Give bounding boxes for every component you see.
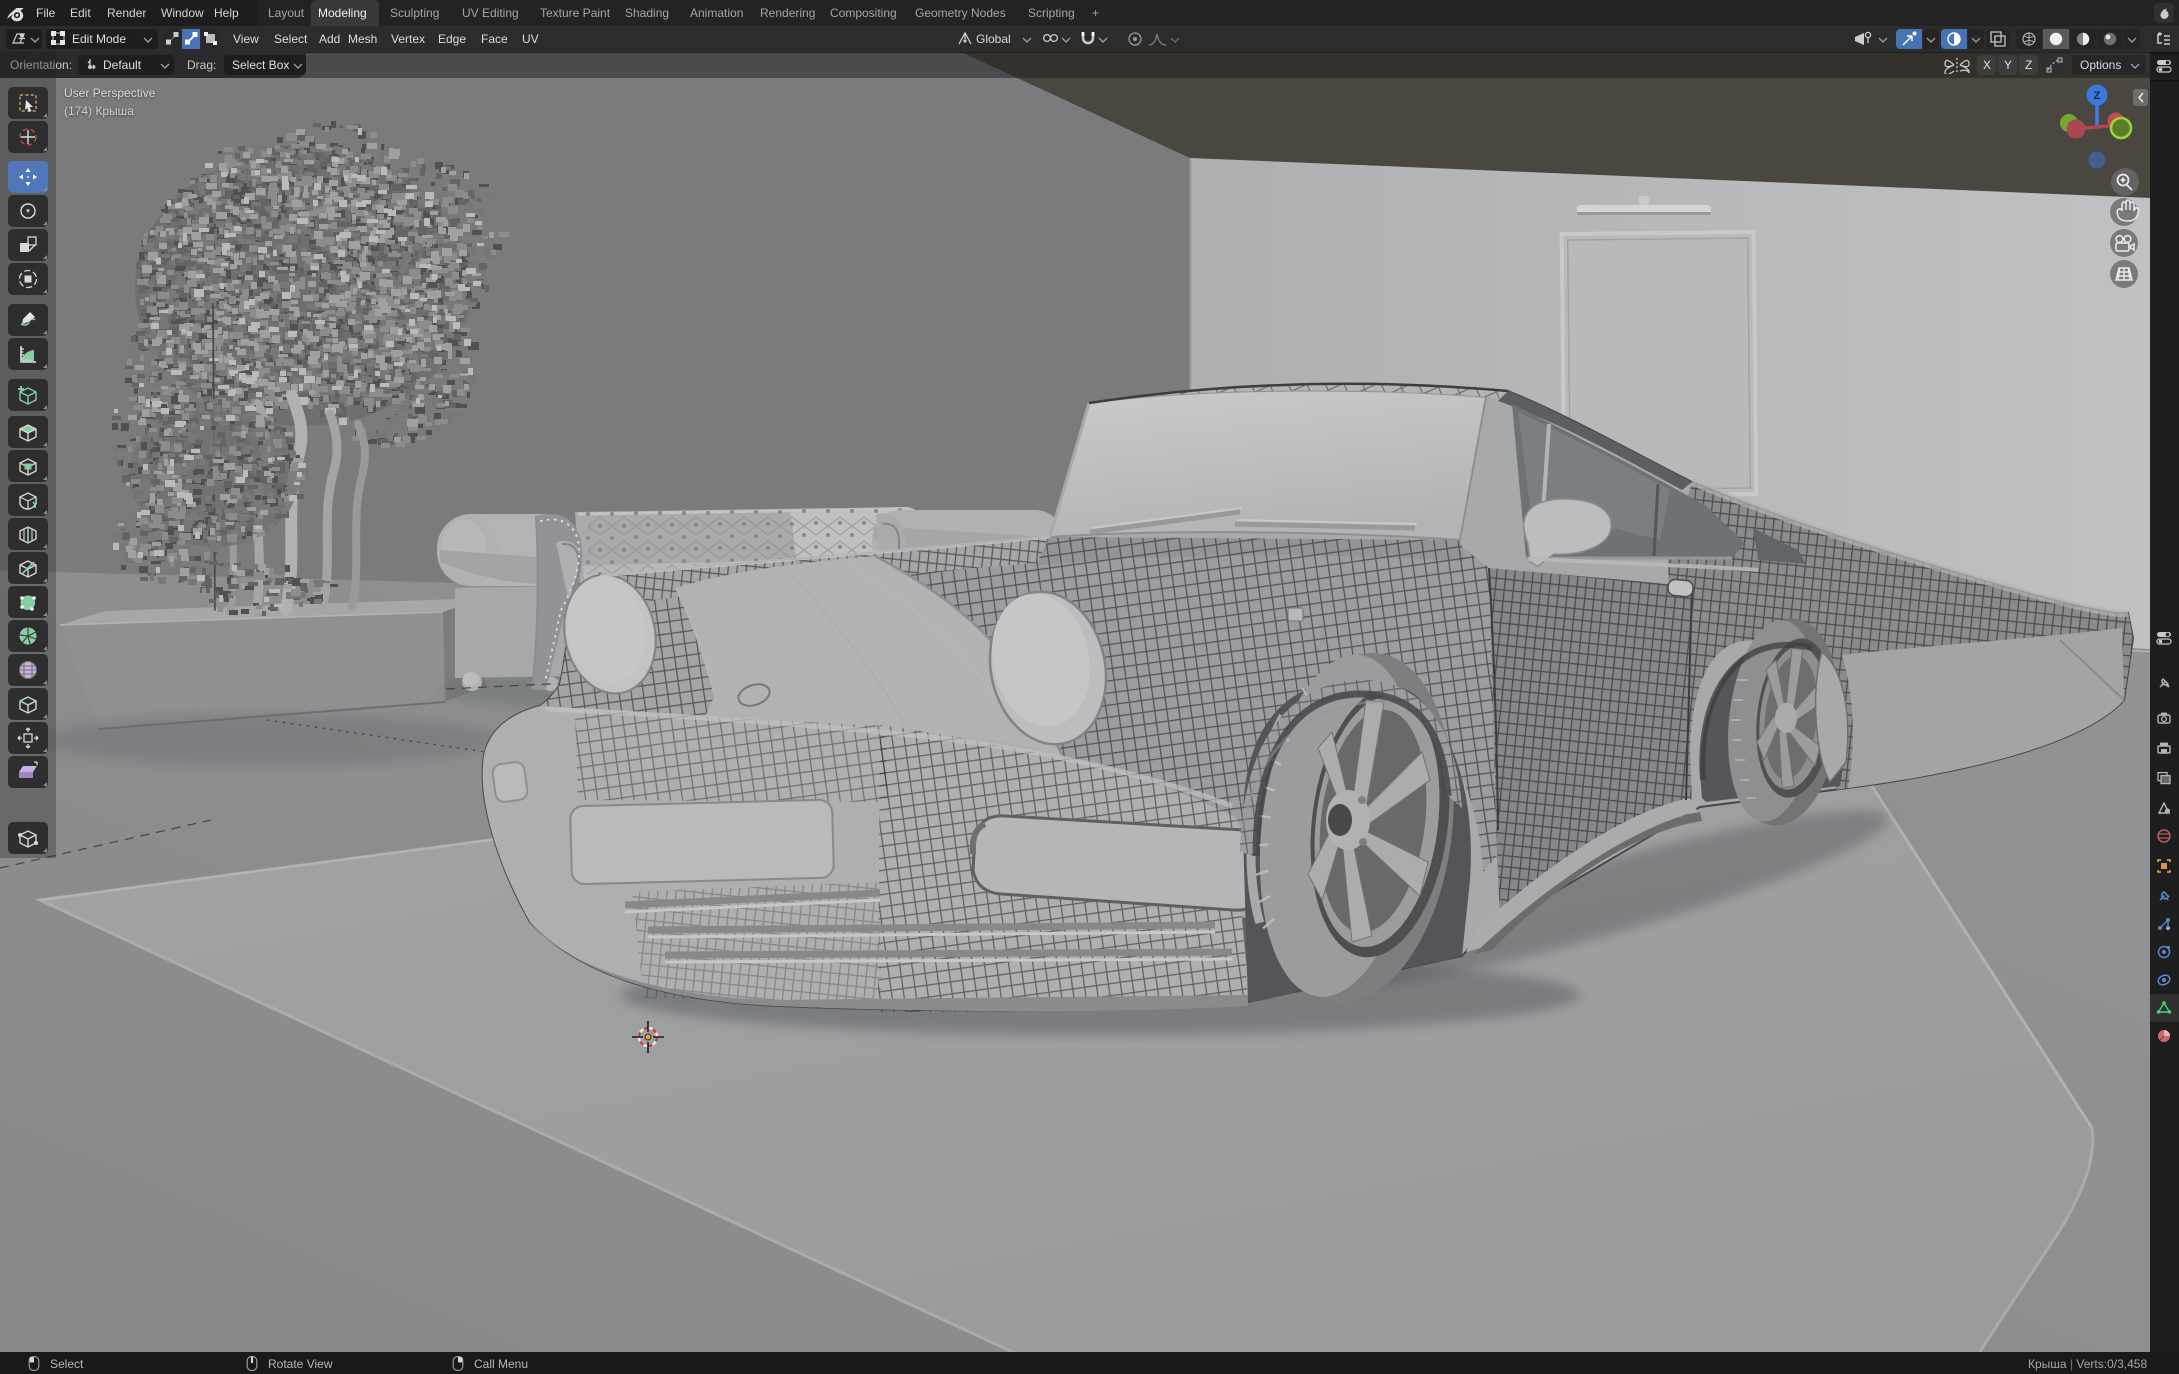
svg-text:Z: Z bbox=[2094, 90, 2101, 102]
